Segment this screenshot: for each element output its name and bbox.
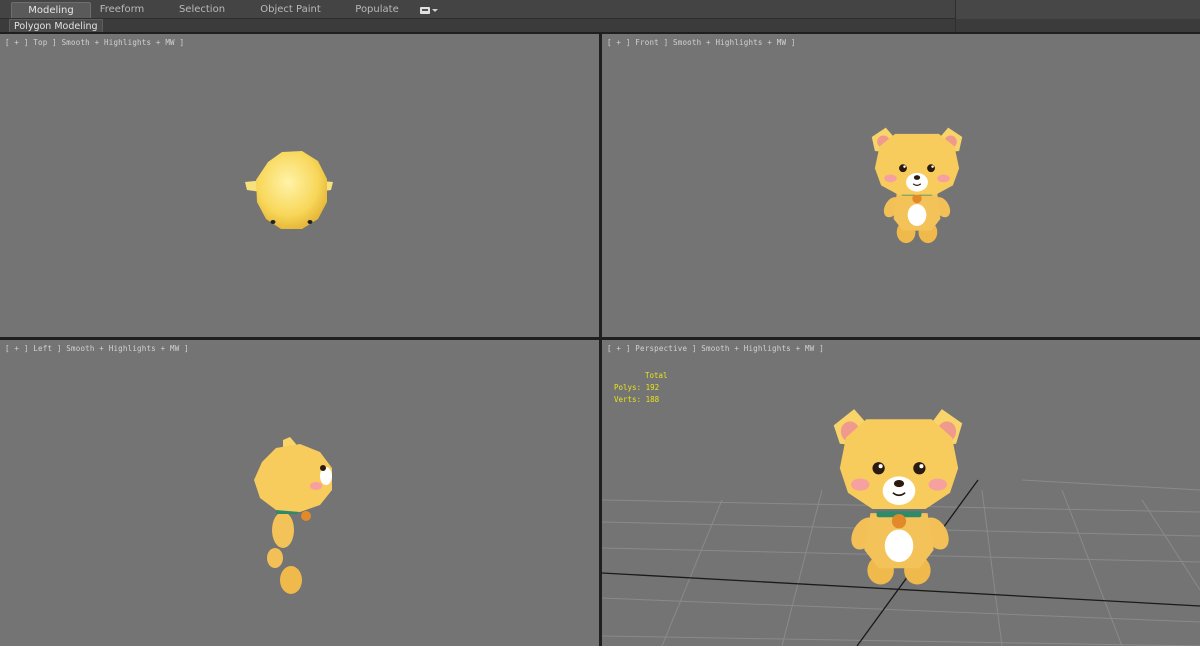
ribbon-empty-area: [955, 0, 1200, 19]
top-view-canvas: [245, 151, 333, 229]
tab-populate[interactable]: Populate: [347, 2, 407, 18]
stats-polys-value: 192: [645, 383, 660, 392]
stats-total-header: Total: [645, 371, 668, 380]
viewport-layout: [ + ] Top ] Smooth + Highlights + MW ] […: [0, 32, 1200, 646]
bear-model-perspective: [833, 409, 963, 585]
bear-model-left: [254, 437, 332, 594]
ribbon-display-dropdown-icon[interactable]: [420, 4, 442, 16]
display-toggle-icon: [420, 6, 430, 14]
stats-verts-value: 188: [645, 395, 660, 404]
stats-verts-row: Verts: 188: [614, 394, 668, 406]
bear-model-front: [871, 127, 963, 244]
polygon-statistics: Total Polys: 192 Verts: 188: [614, 370, 668, 406]
viewport-front[interactable]: [ + ] Front ] Smooth + Highlights + MW ]: [602, 34, 1200, 337]
stats-polys-label: Polys:: [614, 383, 642, 392]
viewport-top[interactable]: [ + ] Top ] Smooth + Highlights + MW ]: [0, 34, 599, 337]
left-view-canvas: [254, 437, 332, 594]
panel-row-empty-area: [955, 19, 1200, 32]
tab-selection[interactable]: Selection: [172, 2, 232, 18]
tab-freeform[interactable]: Freeform: [92, 2, 152, 18]
viewport-left[interactable]: [ + ] Left ] Smooth + Highlights + MW ]: [0, 340, 599, 646]
ribbon-tab-bar: Modeling Freeform Selection Object Paint…: [0, 0, 1200, 19]
chevron-down-icon: [432, 8, 438, 12]
panel-polygon-modeling[interactable]: Polygon Modeling: [9, 19, 103, 32]
stats-polys-row: Polys: 192: [614, 382, 668, 394]
stats-verts-label: Verts:: [614, 395, 642, 404]
tab-modeling[interactable]: Modeling: [11, 2, 91, 18]
tab-object-paint[interactable]: Object Paint: [253, 2, 328, 18]
ribbon-panel-row: Polygon Modeling: [0, 19, 1200, 32]
front-view-canvas: [871, 127, 963, 244]
perspective-view-canvas: [602, 409, 1200, 646]
viewport-perspective[interactable]: [ + ] Perspective ] Smooth + Highlights …: [602, 340, 1200, 646]
bear-model-top: [245, 151, 333, 229]
